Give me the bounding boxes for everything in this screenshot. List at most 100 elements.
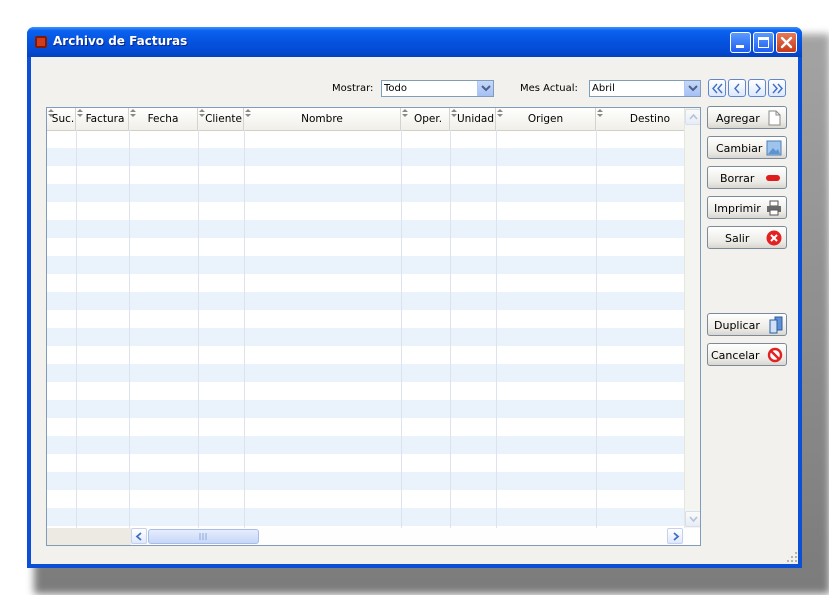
scroll-left-button[interactable]	[131, 528, 147, 544]
table-header: Suc. Factura Fecha Cliente Nombre Oper. …	[47, 108, 686, 131]
chevron-down-icon	[481, 85, 491, 92]
minimize-button[interactable]	[730, 32, 751, 53]
table-row[interactable]	[47, 130, 684, 148]
resize-grip-icon[interactable]	[786, 551, 798, 563]
chevron-right-icon	[755, 83, 761, 94]
table-row[interactable]	[47, 490, 684, 508]
add-button-label: Agregar	[716, 112, 760, 125]
first-record-button[interactable]	[708, 79, 726, 97]
maximize-icon	[758, 37, 769, 48]
table-row[interactable]	[47, 202, 684, 220]
copy-icon	[769, 316, 783, 334]
cancel-button-label: Cancelar	[711, 349, 760, 362]
month-select[interactable]: Abril	[589, 80, 701, 97]
minimize-icon	[736, 45, 744, 48]
invoices-table[interactable]: Suc. Factura Fecha Cliente Nombre Oper. …	[46, 107, 701, 546]
scroll-up-button[interactable]	[685, 109, 700, 125]
close-icon	[780, 36, 793, 49]
column-header-factura[interactable]: Factura	[76, 108, 129, 130]
column-divider	[244, 130, 245, 528]
grip-icon	[199, 533, 207, 540]
column-header-cliente[interactable]: Cliente	[198, 108, 244, 130]
edit-button[interactable]: Cambiar	[707, 136, 787, 159]
chevron-down-icon	[689, 516, 698, 523]
column-header-destino[interactable]: Destino	[596, 108, 686, 130]
last-record-button[interactable]	[768, 79, 786, 97]
table-row[interactable]	[47, 418, 684, 436]
print-button[interactable]: Imprimir	[707, 196, 787, 219]
table-row[interactable]	[47, 328, 684, 346]
double-chevron-right-icon	[772, 83, 783, 94]
column-divider	[450, 130, 451, 528]
column-header-nombre[interactable]: Nombre	[244, 108, 401, 130]
delete-button-label: Borrar	[720, 172, 755, 185]
table-row[interactable]	[47, 220, 684, 238]
column-header-unidad[interactable]: Unidad	[450, 108, 496, 130]
red-x-icon	[766, 230, 782, 246]
column-header-origen[interactable]: Origen	[496, 108, 596, 130]
table-row[interactable]	[47, 472, 684, 490]
column-header-fecha[interactable]: Fecha	[129, 108, 198, 130]
column-divider	[596, 130, 597, 528]
table-body[interactable]	[47, 130, 684, 528]
red-minus-icon	[766, 175, 780, 181]
table-row[interactable]	[47, 256, 684, 274]
column-label: Oper.	[413, 113, 443, 125]
table-row[interactable]	[47, 292, 684, 310]
title-bar[interactable]: Archivo de Facturas	[27, 27, 802, 57]
table-row[interactable]	[47, 148, 684, 166]
new-document-icon	[768, 110, 781, 126]
delete-button[interactable]: Borrar	[707, 166, 787, 189]
scroll-down-button[interactable]	[685, 511, 700, 527]
printer-icon	[767, 200, 781, 216]
edit-button-label: Cambiar	[716, 142, 763, 155]
column-header-oper[interactable]: Oper.	[401, 108, 450, 130]
table-row[interactable]	[47, 346, 684, 364]
sort-icon	[597, 109, 603, 117]
prohibited-icon	[767, 347, 783, 363]
table-row[interactable]	[47, 184, 684, 202]
table-row[interactable]	[47, 382, 684, 400]
show-select-arrow[interactable]	[477, 81, 493, 96]
table-row[interactable]	[47, 364, 684, 382]
column-label: Factura	[85, 113, 125, 125]
column-label: Nombre	[301, 113, 343, 125]
table-row[interactable]	[47, 166, 684, 184]
table-row[interactable]	[47, 310, 684, 328]
column-label: Cliente	[205, 113, 242, 125]
chevron-up-icon	[689, 113, 698, 120]
column-label: Suc.	[51, 113, 75, 125]
scroll-right-button[interactable]	[667, 528, 683, 544]
frozen-columns-area	[47, 528, 131, 545]
maximize-button[interactable]	[753, 32, 774, 53]
prev-record-button[interactable]	[728, 79, 746, 97]
add-button[interactable]: Agregar	[707, 106, 787, 129]
close-button[interactable]	[776, 32, 797, 53]
table-row[interactable]	[47, 238, 684, 256]
image-edit-icon	[766, 140, 782, 156]
show-select-value: Todo	[384, 83, 407, 94]
column-header-suc[interactable]: Suc.	[47, 108, 76, 130]
month-select-arrow[interactable]	[684, 81, 700, 96]
show-select[interactable]: Todo	[381, 80, 494, 97]
exit-button[interactable]: Salir	[707, 226, 787, 249]
table-row[interactable]	[47, 436, 684, 454]
chevron-left-icon	[135, 532, 142, 541]
horizontal-scrollbar[interactable]	[47, 528, 700, 545]
scroll-thumb[interactable]	[148, 529, 259, 544]
duplicate-button[interactable]: Duplicar	[707, 313, 787, 336]
column-divider	[496, 130, 497, 528]
month-label: Mes Actual:	[520, 83, 578, 94]
next-record-button[interactable]	[748, 79, 766, 97]
vertical-scrollbar[interactable]	[684, 108, 700, 528]
table-row[interactable]	[47, 454, 684, 472]
table-row[interactable]	[47, 508, 684, 526]
chevron-right-icon	[673, 532, 680, 541]
column-label: Unidad	[456, 113, 495, 125]
column-divider	[198, 130, 199, 528]
table-row[interactable]	[47, 400, 684, 418]
cancel-button[interactable]: Cancelar	[707, 343, 787, 366]
duplicate-button-label: Duplicar	[714, 319, 760, 332]
column-divider	[129, 130, 130, 528]
table-row[interactable]	[47, 274, 684, 292]
